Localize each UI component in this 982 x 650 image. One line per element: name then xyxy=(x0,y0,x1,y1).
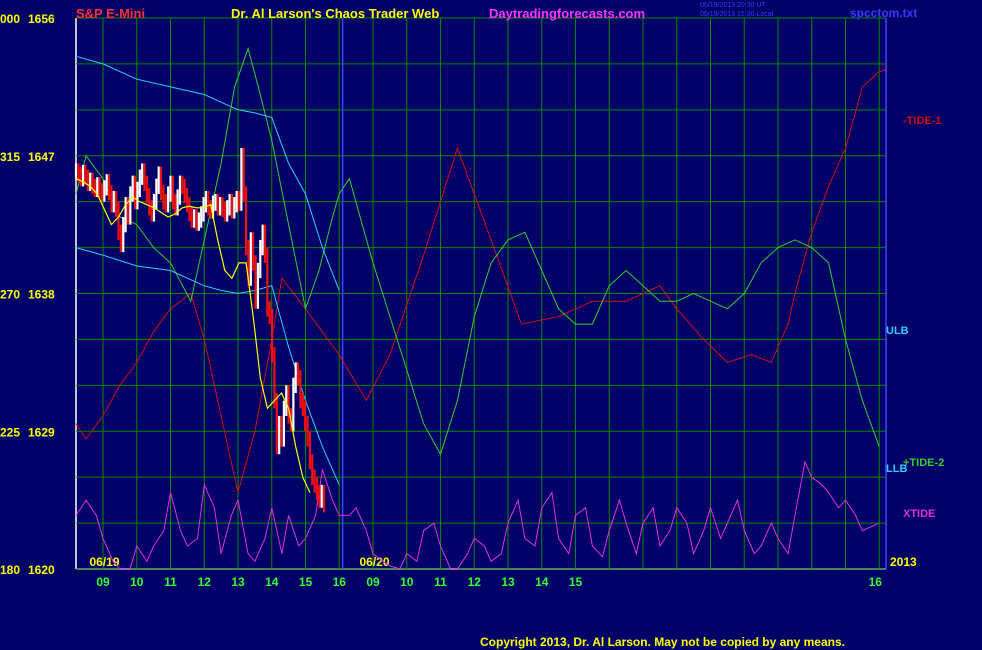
y-label-left: 000 xyxy=(0,12,20,26)
y-label-price: 1647 xyxy=(28,150,55,164)
series-labels: -TIDE-1 +TIDE-2 ULB LLB XTIDE xyxy=(886,115,944,520)
y-label-left: 225 xyxy=(0,425,20,439)
series-layer xyxy=(75,46,887,570)
x-tick-label: 13 xyxy=(501,575,515,589)
x-tick-label: 09 xyxy=(366,575,380,589)
website-link[interactable]: Daytradingforecasts.com xyxy=(489,6,645,21)
moving-average-line xyxy=(75,178,311,493)
x-tick-label: 12 xyxy=(198,575,212,589)
x-tick-label: 10 xyxy=(400,575,414,589)
series-xtide-line xyxy=(75,460,880,570)
x-tick-label: 15 xyxy=(569,575,583,589)
y-label-price: 1656 xyxy=(28,12,55,26)
x-axis-labels: 09 10 11 12 13 14 15 16 09 10 11 12 13 14 15 16 06/19 06/… xyxy=(90,555,918,589)
forecast-chart: 000 1656 315 1647 270 1638 225 1629 180 1620 09 10… xyxy=(0,12,944,589)
copyright-notice: Copyright 2013, Dr. Al Larson. May not b… xyxy=(480,635,845,649)
series-tide1-line xyxy=(75,69,887,493)
x-tick-label: 13 xyxy=(231,575,245,589)
x-tick-label: 16 xyxy=(869,575,883,589)
timestamp-ut: 06/19/2013 20:30 UT xyxy=(700,2,766,9)
x-tick-label: 09 xyxy=(96,575,110,589)
x-tick-label: 15 xyxy=(299,575,313,589)
series-label-tide1: -TIDE-1 xyxy=(903,115,942,127)
series-label-ulb: ULB xyxy=(886,325,909,337)
series-llb-line xyxy=(75,247,340,486)
y-label-left: 270 xyxy=(0,288,20,302)
year-label: 2013 xyxy=(890,555,917,569)
chart-title: Dr. Al Larson's Chaos Trader Web xyxy=(231,6,440,21)
x-tick-label: 14 xyxy=(265,575,279,589)
series-ulb-line xyxy=(75,55,340,291)
timestamp-local: 06/19/2013 15:30 Local xyxy=(700,11,774,18)
y-label-price: 1638 xyxy=(28,288,55,302)
y-label-left: 315 xyxy=(0,150,20,164)
x-tick-label: 14 xyxy=(535,575,549,589)
x-tick-label: 10 xyxy=(130,575,144,589)
y-label-price: 1620 xyxy=(28,563,55,577)
series-label-xtide: XTIDE xyxy=(903,508,935,520)
x-tick-label: 11 xyxy=(164,575,177,589)
price-bars-layer xyxy=(74,148,326,513)
x-tick-label: 12 xyxy=(468,575,482,589)
date-label-next: 06/20 xyxy=(360,555,390,569)
x-tick-label: 11 xyxy=(434,575,447,589)
x-tick-label: 16 xyxy=(333,575,347,589)
symbol-label: S&P E-Mini xyxy=(76,6,146,21)
series-label-llb: LLB xyxy=(886,463,907,475)
series-label-tide2: +TIDE-2 xyxy=(903,457,944,469)
y-label-left: 180 xyxy=(0,563,20,577)
date-label-start: 06/19 xyxy=(90,555,120,569)
y-axis-labels: 000 1656 315 1647 270 1638 225 1629 180 1620 xyxy=(0,12,55,577)
data-file-name: spcctom.txt xyxy=(850,6,918,20)
y-label-price: 1629 xyxy=(28,425,55,439)
